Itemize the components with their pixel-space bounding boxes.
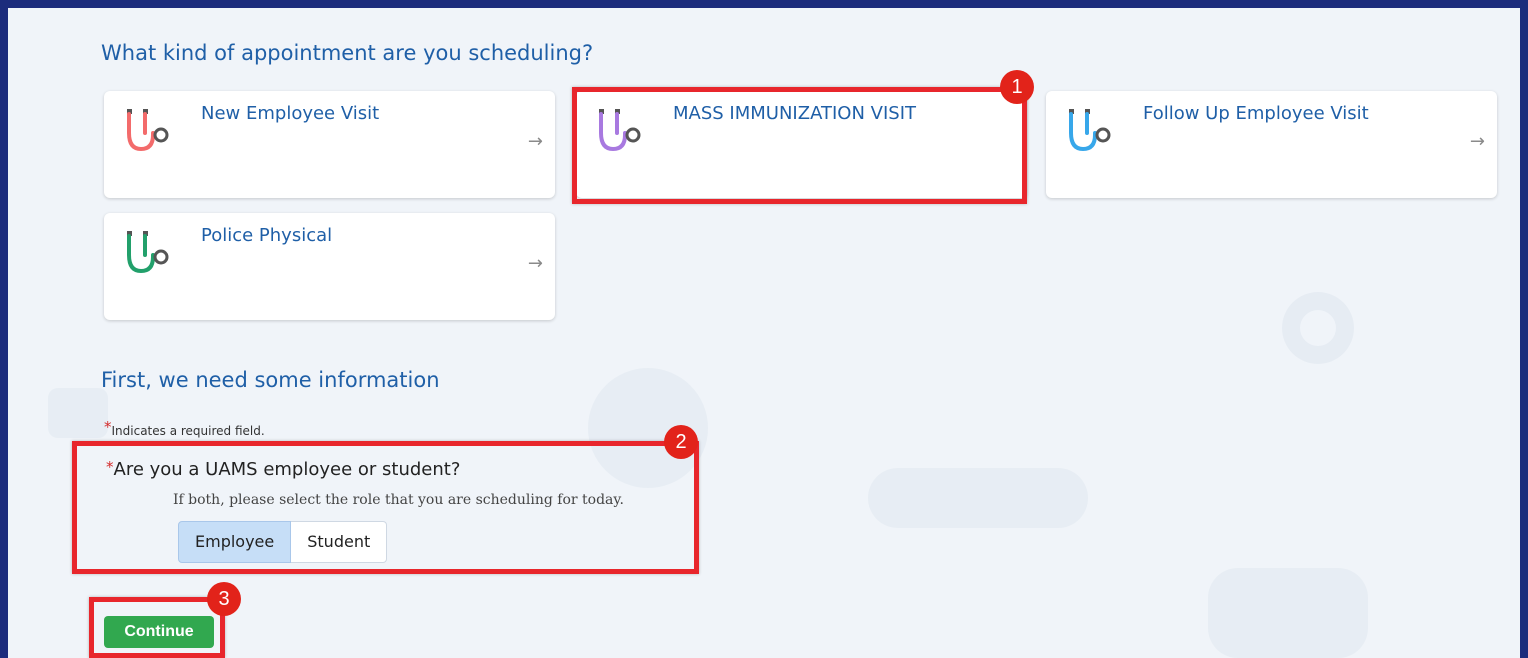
- arrow-right-icon: →: [1469, 131, 1485, 152]
- callout-badge-3: 3: [207, 582, 241, 616]
- card-police-physical[interactable]: Police Physical →: [104, 213, 555, 320]
- stethoscope-icon: [127, 231, 169, 274]
- highlight-box-2: [72, 441, 699, 574]
- callout-badge-2: 2: [664, 425, 698, 459]
- card-new-employee-visit[interactable]: New Employee Visit →: [104, 91, 555, 198]
- info-heading: First, we need some information: [101, 368, 440, 392]
- callout-badge-1: 1: [1000, 70, 1034, 104]
- highlight-box-3: [89, 597, 225, 658]
- highlight-box-1: [572, 87, 1027, 204]
- appointment-heading: What kind of appointment are you schedul…: [101, 41, 594, 65]
- arrow-right-icon: →: [527, 131, 543, 152]
- stethoscope-icon: [127, 109, 169, 152]
- required-note-text: Indicates a required field.: [111, 424, 265, 438]
- stethoscope-icon: [1069, 109, 1111, 152]
- card-follow-up-employee-visit[interactable]: Follow Up Employee Visit →: [1046, 91, 1497, 198]
- required-note: *Indicates a required field.: [104, 418, 265, 439]
- card-label: Follow Up Employee Visit: [1143, 103, 1369, 124]
- arrow-right-icon: →: [527, 253, 543, 274]
- card-label: New Employee Visit: [201, 103, 380, 124]
- required-star: *: [104, 418, 112, 436]
- card-label: Police Physical: [201, 225, 333, 246]
